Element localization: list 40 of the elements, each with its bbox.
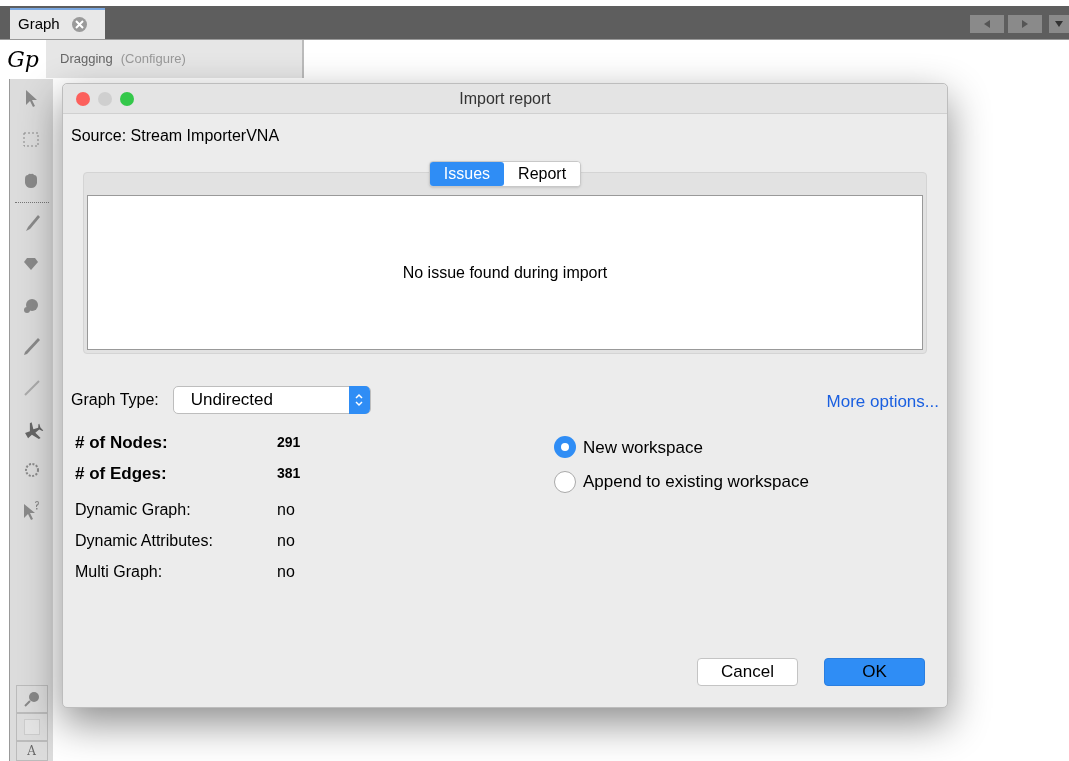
stat-value: no [277,499,295,520]
ok-button[interactable]: OK [824,658,925,686]
graph-tab[interactable]: Graph [10,8,105,39]
radio-button[interactable] [554,436,576,459]
caret-icon [1055,21,1063,27]
source-label: Source: Stream ImporterVNA [71,126,281,146]
mode-label: Dragging [60,50,113,69]
radio-label: Append to existing workspace [583,471,809,493]
stat-label: Multi Graph: [75,561,164,582]
close-window-button[interactable] [76,91,90,106]
stat-label: Dynamic Graph: [75,499,192,520]
radio-label: New workspace [583,436,703,459]
issue-message: No issue found during import [402,262,608,283]
tab-menu-button[interactable] [1049,15,1069,33]
radio-button[interactable] [554,470,576,493]
stat-value: 291 [277,433,301,452]
stat-value: no [277,530,295,551]
dialog-tab[interactable]: Issues [429,162,505,186]
stepper-icon [348,386,370,414]
dialog-tab[interactable]: Report [504,162,581,186]
graph-type-label: Graph Type: [71,390,159,410]
right-arrow-icon [1022,20,1028,28]
text-tool-button[interactable]: A [15,741,48,761]
window-title: Import report [459,88,551,109]
stat-value: no [277,561,295,582]
stat-label: # of Edges: [75,462,168,485]
stat-label: # of Nodes: [75,431,169,454]
square-button[interactable] [15,713,48,741]
stat-label: Dynamic Attributes: [75,530,214,551]
zoom-button[interactable] [15,685,48,713]
stat-value: 381 [277,464,301,483]
scroll-right-button[interactable] [1008,15,1042,33]
more-options-link[interactable]: More options... [826,389,939,415]
close-icon[interactable] [71,17,87,32]
cancel-button[interactable]: Cancel [697,658,798,686]
magnifier-icon [22,690,41,708]
left-arrow-icon [984,20,990,28]
zoom-window-button[interactable] [120,91,134,106]
graph-type-dropdown[interactable]: Undirected [172,386,371,414]
scroll-left-button[interactable] [970,15,1004,33]
